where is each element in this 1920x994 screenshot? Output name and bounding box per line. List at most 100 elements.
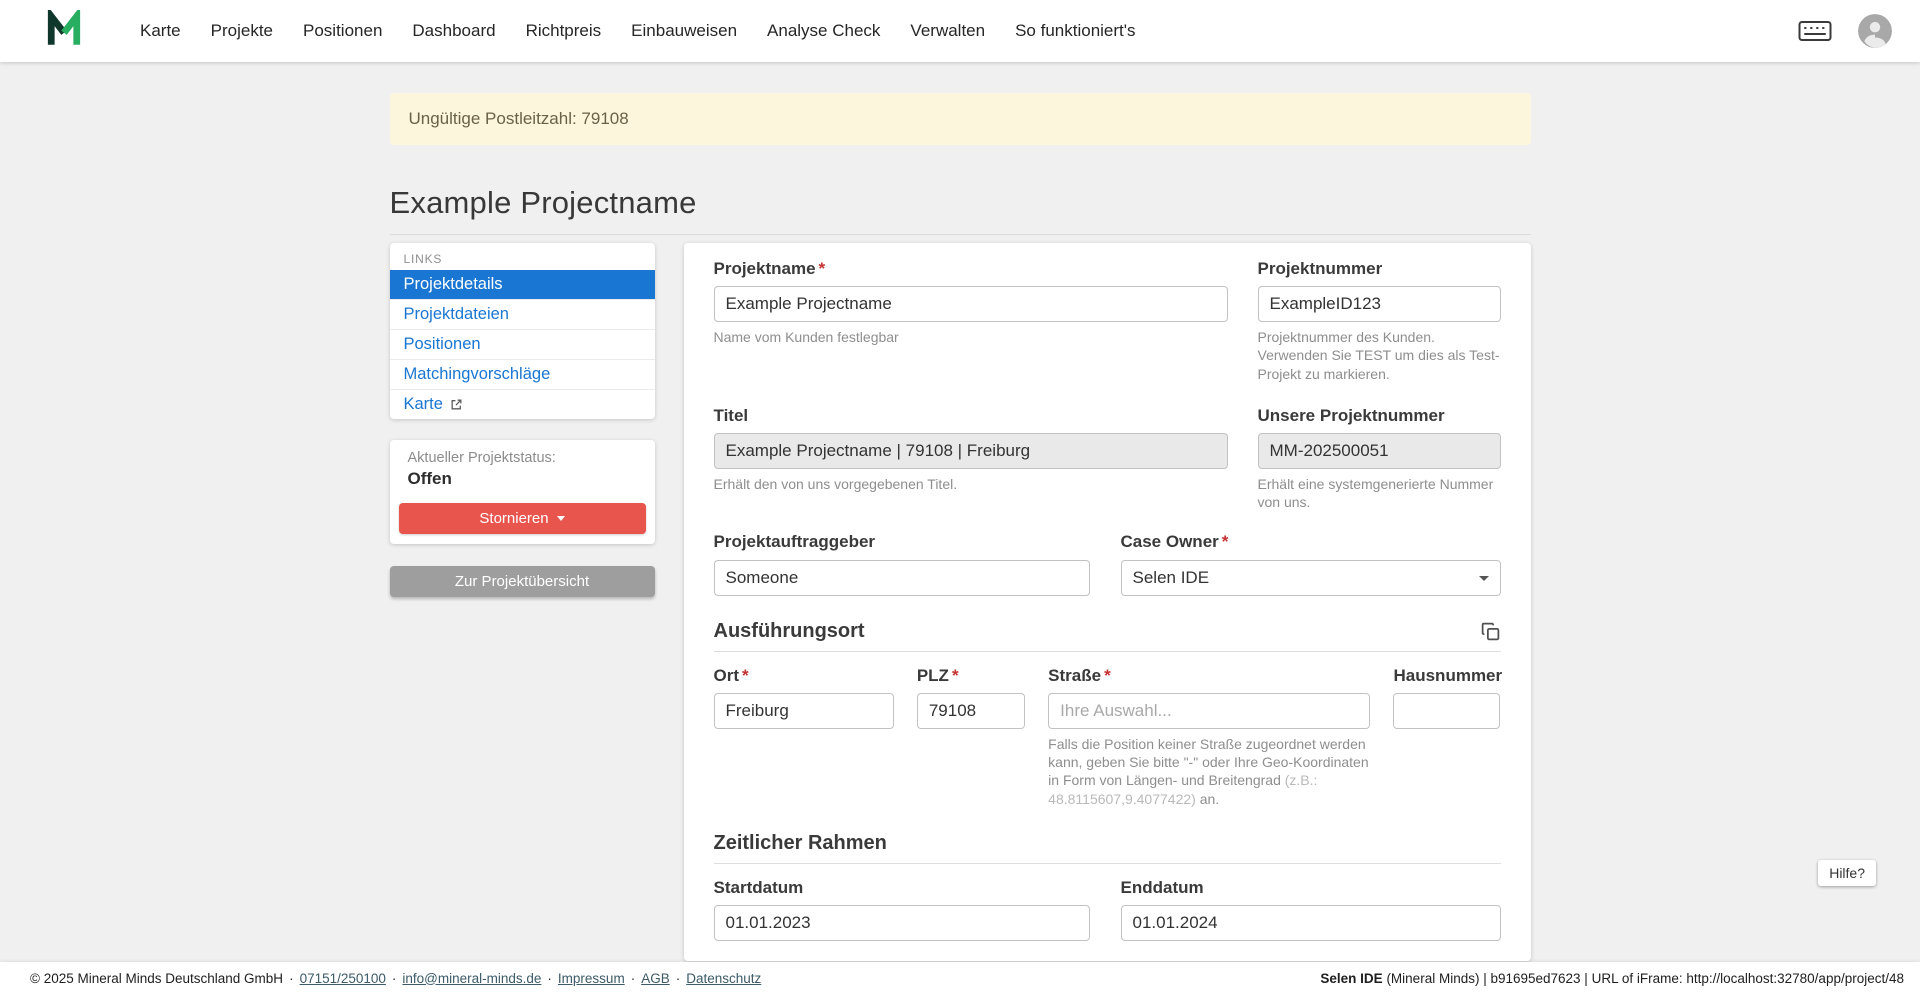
strasse-input[interactable]	[1048, 693, 1370, 729]
footer-session-user: Selen IDE	[1320, 971, 1382, 986]
titel-label: Titel	[714, 405, 1228, 426]
required-marker: *	[1222, 532, 1229, 551]
hausnummer-input[interactable]	[1393, 693, 1500, 729]
field-projektname: Projektname* Name vom Kunden festlegbar	[714, 258, 1228, 346]
section-divider	[714, 863, 1501, 864]
projektnummer-label: Projektnummer	[1258, 258, 1501, 279]
field-projektnummer: Projektnummer Projektnummer des Kunden. …	[1258, 258, 1501, 383]
titel-input	[714, 433, 1228, 469]
case-owner-select[interactable]: Selen IDE	[1121, 560, 1501, 596]
projektnummer-helper: Projektnummer des Kunden. Verwenden Sie …	[1258, 328, 1501, 383]
separator-dot: ·	[289, 971, 294, 986]
status-label: Aktueller Projektstatus:	[399, 450, 646, 466]
keyboard-icon[interactable]	[1798, 19, 1832, 43]
startdatum-input[interactable]	[714, 905, 1090, 941]
startdatum-label: Startdatum	[714, 877, 1090, 898]
sidebar-item-matchingvorschlaege[interactable]: Matchingvorschläge	[390, 360, 655, 390]
sidebar-item-label: Projektdateien	[404, 305, 510, 324]
required-marker: *	[952, 666, 959, 685]
unsere-projektnummer-label: Unsere Projektnummer	[1258, 405, 1501, 426]
project-details-form: Projektname* Name vom Kunden festlegbar …	[684, 243, 1531, 961]
copy-icon[interactable]	[1480, 621, 1501, 642]
footer-link-datenschutz[interactable]: Datenschutz	[686, 971, 761, 986]
unsere-projektnummer-helper: Erhält eine systemgenerierte Nummer von …	[1258, 475, 1501, 511]
field-strasse: Straße* Falls die Position keiner Straße…	[1048, 665, 1370, 808]
unsere-projektnummer-input	[1258, 433, 1501, 469]
warning-alert: Ungültige Postleitzahl: 79108	[390, 93, 1531, 145]
stornieren-button[interactable]: Stornieren	[399, 503, 646, 534]
project-overview-button[interactable]: Zur Projektübersicht	[390, 566, 655, 597]
nav-item-karte[interactable]: Karte	[140, 21, 181, 41]
help-button[interactable]: Hilfe?	[1818, 860, 1876, 886]
nav-item-projekte[interactable]: Projekte	[211, 21, 273, 41]
footer-link-impressum[interactable]: Impressum	[558, 971, 625, 986]
separator-dot: ·	[392, 971, 397, 986]
separator-dot: ·	[676, 971, 681, 986]
nav-item-verwalten[interactable]: Verwalten	[910, 21, 985, 41]
footer-email-link[interactable]: info@mineral-minds.de	[402, 971, 541, 986]
titel-helper: Erhält den von uns vorgegebenen Titel.	[714, 475, 1228, 493]
user-avatar-icon[interactable]	[1858, 14, 1892, 48]
title-divider	[390, 234, 1531, 235]
strasse-helper: Falls die Position keiner Straße zugeord…	[1048, 735, 1370, 808]
field-hausnummer: Hausnummer	[1393, 665, 1500, 729]
external-link-icon	[450, 398, 463, 411]
nav-item-so-funktionierts[interactable]: So funktioniert's	[1015, 21, 1135, 41]
footer-link-agb[interactable]: AGB	[641, 971, 670, 986]
section-title-ausfuehrungsort: Ausführungsort	[714, 620, 865, 643]
sidebar-item-karte[interactable]: Karte	[390, 390, 655, 419]
sidebar-item-label: Projektdetails	[404, 275, 503, 294]
top-nav: Karte Projekte Positionen Dashboard Rich…	[0, 0, 1920, 62]
sidebar-item-label: Karte	[404, 395, 443, 414]
projektname-label: Projektname*	[714, 258, 1228, 279]
nav-item-analyse-check[interactable]: Analyse Check	[767, 21, 880, 41]
main-nav: Karte Projekte Positionen Dashboard Rich…	[140, 21, 1798, 41]
footer-session-info: Selen IDE (Mineral Minds) | b91695ed7623…	[1320, 971, 1904, 986]
app-logo[interactable]	[46, 10, 82, 53]
status-value: Offen	[399, 466, 646, 489]
footer-phone-link[interactable]: 07151/250100	[300, 971, 386, 986]
footer-session-rest: (Mineral Minds) | b91695ed7623 | URL of …	[1383, 971, 1904, 986]
sidebar-item-label: Positionen	[404, 335, 481, 354]
left-sidebar: LINKS Projektdetails Projektdateien Posi…	[390, 243, 655, 597]
copyright-text: © 2025 Mineral Minds Deutschland GmbH	[30, 971, 283, 986]
separator-dot: ·	[631, 971, 636, 986]
sidebar-item-projektdetails[interactable]: Projektdetails	[390, 270, 655, 300]
sidebar-item-label: Matchingvorschläge	[404, 365, 551, 384]
field-projektauftraggeber: Projektauftraggeber	[714, 531, 1090, 595]
case-owner-selected-value: Selen IDE	[1133, 568, 1210, 588]
sidebar-item-positionen[interactable]: Positionen	[390, 330, 655, 360]
field-plz: PLZ*	[917, 665, 1025, 729]
separator-dot: ·	[547, 971, 552, 986]
nav-actions	[1798, 14, 1892, 48]
nav-item-dashboard[interactable]: Dashboard	[412, 21, 495, 41]
enddatum-input[interactable]	[1121, 905, 1501, 941]
projektauftraggeber-input[interactable]	[714, 560, 1090, 596]
stornieren-button-label: Stornieren	[479, 510, 548, 527]
nav-item-richtpreis[interactable]: Richtpreis	[526, 21, 602, 41]
mineral-minds-logo-icon	[46, 10, 82, 53]
page-title: Example Projectname	[390, 185, 1531, 221]
links-list: Projektdetails Projektdateien Positionen…	[390, 270, 655, 419]
field-titel: Titel Erhält den von uns vorgegebenen Ti…	[714, 405, 1228, 493]
section-divider	[714, 651, 1501, 652]
field-case-owner: Case Owner* Selen IDE	[1121, 531, 1501, 595]
enddatum-label: Enddatum	[1121, 877, 1501, 898]
projektname-helper: Name vom Kunden festlegbar	[714, 328, 1228, 346]
projektauftraggeber-label: Projektauftraggeber	[714, 531, 1090, 552]
field-unsere-projektnummer: Unsere Projektnummer Erhält eine systemg…	[1258, 405, 1501, 512]
plz-input[interactable]	[917, 693, 1025, 729]
chevron-down-icon	[1479, 576, 1489, 581]
sidebar-item-projektdateien[interactable]: Projektdateien	[390, 300, 655, 330]
strasse-label: Straße*	[1048, 665, 1370, 686]
nav-item-positionen[interactable]: Positionen	[303, 21, 382, 41]
links-card: LINKS Projektdetails Projektdateien Posi…	[390, 243, 655, 419]
footer: © 2025 Mineral Minds Deutschland GmbH · …	[0, 962, 1920, 994]
nav-item-einbauweisen[interactable]: Einbauweisen	[631, 21, 737, 41]
field-ort: Ort*	[714, 665, 894, 729]
caret-down-icon	[557, 516, 565, 521]
required-marker: *	[742, 666, 749, 685]
projektname-input[interactable]	[714, 286, 1228, 322]
ort-input[interactable]	[714, 693, 894, 729]
projektnummer-input[interactable]	[1258, 286, 1501, 322]
